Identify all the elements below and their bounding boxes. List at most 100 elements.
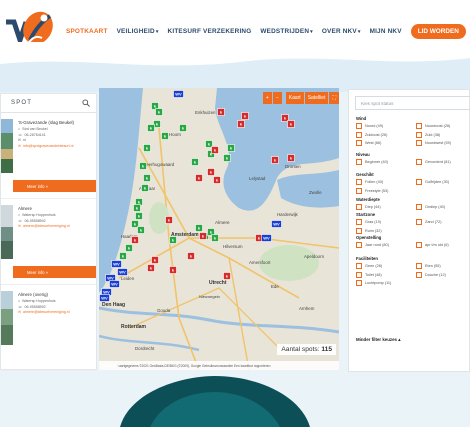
checkbox-icon[interactable]: [356, 187, 362, 194]
filter-checkbox[interactable]: Ondiep (40): [416, 204, 445, 210]
nav-item-mijn-nkv[interactable]: MIJN NKV: [370, 28, 402, 35]
filter-checkbox[interactable]: Golfrijden (30): [416, 179, 449, 185]
spot-marker[interactable]: k: [211, 146, 219, 154]
spot-marker[interactable]: k: [161, 132, 169, 140]
spot-marker[interactable]: k: [143, 144, 151, 152]
nav-item-wedstrijden[interactable]: WEDSTRIJDEN▾: [260, 28, 312, 35]
map-type-satelliet-button[interactable]: Satelliet: [304, 92, 329, 104]
spot-marker[interactable]: k: [223, 154, 231, 162]
wv-marker[interactable]: WV: [111, 260, 122, 268]
filter-checkbox[interactable]: Eten (55): [416, 263, 441, 269]
filter-checkbox[interactable]: apr t/m okt (6): [416, 242, 449, 248]
spot-card[interactable]: Almere ⌂ Watersp Hoppenhuis ☏ 06-95558592 …: [1, 199, 96, 285]
spot-marker[interactable]: k: [155, 108, 163, 116]
checkbox-icon[interactable]: [356, 159, 362, 165]
checkbox-icon[interactable]: [356, 140, 362, 146]
wv-marker[interactable]: WV: [173, 90, 184, 98]
spot-marker[interactable]: k: [135, 212, 143, 220]
zoom-out-button[interactable]: −: [272, 92, 282, 104]
spot-card-email[interactable]: ✉ almere@kitesurfvereniging.nl: [18, 224, 94, 228]
checkbox-icon[interactable]: [356, 263, 362, 269]
checkbox-icon[interactable]: [416, 204, 422, 210]
spot-marker[interactable]: k: [191, 158, 199, 166]
nav-item-kitesurf-verzekering[interactable]: KITESURF VERZEKERING: [168, 28, 252, 35]
spot-card-email[interactable]: ✉ almere@kitesurfvereniging.nl: [18, 310, 94, 314]
checkbox-icon[interactable]: [416, 242, 422, 248]
checkbox-icon[interactable]: [356, 227, 362, 234]
spot-card-email[interactable]: ✉ info@spotgravezandekitesurf.nl: [18, 144, 94, 148]
filter-checkbox[interactable]: Ruim (32): [356, 227, 382, 234]
wv-marker[interactable]: WV: [271, 220, 282, 228]
checkbox-icon[interactable]: [416, 179, 422, 185]
map-canvas[interactable]: Heerhugowaard Hoorn Enkhuizen Alkmaar Le…: [99, 88, 339, 370]
spot-marker[interactable]: k: [199, 232, 207, 240]
filter-checkbox[interactable]: Foilen (40): [356, 179, 383, 185]
meer-info-button[interactable]: Meer info »: [13, 266, 96, 278]
spot-map[interactable]: Heerhugowaard Hoorn Enkhuizen Alkmaar Le…: [99, 88, 339, 370]
spot-marker[interactable]: k: [169, 236, 177, 244]
spot-marker[interactable]: k: [223, 272, 231, 280]
wv-marker[interactable]: WV: [99, 294, 110, 302]
spot-marker[interactable]: k: [287, 154, 295, 162]
filter-checkbox[interactable]: Noordwest (59): [416, 140, 451, 146]
spot-marker[interactable]: k: [187, 252, 195, 260]
wv-marker[interactable]: WV: [109, 280, 120, 288]
spot-marker[interactable]: k: [287, 120, 295, 128]
checkbox-icon[interactable]: [356, 123, 362, 129]
checkbox-icon[interactable]: [356, 280, 362, 286]
spot-marker[interactable]: k: [179, 124, 187, 132]
spot-marker[interactable]: k: [165, 216, 173, 224]
nav-item-over-nkv[interactable]: OVER NKV▾: [322, 28, 361, 35]
checkbox-icon[interactable]: [356, 219, 362, 225]
spot-marker[interactable]: k: [271, 156, 279, 164]
spot-marker[interactable]: k: [141, 184, 149, 192]
nav-item-spotkaart[interactable]: SPOTKAART: [66, 28, 108, 35]
checkbox-icon[interactable]: [356, 131, 362, 138]
spot-marker[interactable]: k: [213, 176, 221, 184]
filter-checkbox[interactable]: Gevorderd (81): [416, 159, 451, 165]
spot-marker[interactable]: k: [195, 174, 203, 182]
filter-checkbox[interactable]: West (66): [356, 140, 381, 146]
spot-marker[interactable]: k: [131, 236, 139, 244]
spot-marker[interactable]: k: [211, 234, 219, 242]
spot-marker[interactable]: k: [195, 224, 203, 232]
checkbox-icon[interactable]: [356, 179, 362, 185]
spot-marker[interactable]: k: [125, 244, 133, 252]
spot-marker[interactable]: k: [227, 144, 235, 152]
filter-checkbox[interactable]: Douche (12): [416, 271, 446, 278]
map-type-kaart-button[interactable]: Kaart: [285, 92, 304, 104]
spot-marker[interactable]: k: [241, 112, 249, 120]
filter-checkbox[interactable]: Zuidoost (26): [356, 131, 387, 138]
filter-checkbox[interactable]: Beginner (40): [356, 159, 388, 165]
spot-marker[interactable]: k: [237, 120, 245, 128]
filter-checkbox[interactable]: Gras (19): [356, 219, 381, 225]
filter-checkbox[interactable]: Diep (44): [356, 204, 381, 210]
spot-marker[interactable]: k: [147, 124, 155, 132]
lid-worden-button[interactable]: LID WORDEN: [410, 24, 466, 39]
search-icon[interactable]: [82, 99, 90, 107]
checkbox-icon[interactable]: [416, 159, 422, 165]
spot-marker[interactable]: k: [139, 162, 147, 170]
spot-search-bar[interactable]: SPOT: [1, 94, 96, 113]
filter-checkbox[interactable]: Toilet (48): [356, 271, 382, 278]
spot-marker[interactable]: k: [151, 256, 159, 264]
checkbox-icon[interactable]: [416, 271, 422, 278]
spot-marker[interactable]: k: [217, 108, 225, 116]
filter-checkbox[interactable]: Geen (28): [356, 263, 382, 269]
wv-marker[interactable]: WV: [261, 234, 272, 242]
spot-card[interactable]: Almere (overig) ⌂ Watersp Hoppenhuis ☏ 06-…: [1, 285, 96, 371]
spot-marker[interactable]: k: [169, 266, 177, 274]
filter-checkbox[interactable]: Zand (72): [416, 219, 441, 225]
checkbox-icon[interactable]: [416, 263, 422, 269]
checkbox-icon[interactable]: [356, 271, 362, 278]
checkbox-icon[interactable]: [356, 204, 362, 210]
checkbox-icon[interactable]: [416, 123, 422, 129]
meer-info-button[interactable]: Meer info »: [13, 180, 96, 192]
checkbox-icon[interactable]: [416, 131, 422, 138]
spot-marker[interactable]: k: [137, 226, 145, 234]
filter-checkbox[interactable]: Jaar rond (80): [356, 242, 389, 248]
spot-status-select[interactable]: Kies spot status: [355, 96, 470, 110]
spot-marker[interactable]: k: [119, 252, 127, 260]
zoom-in-button[interactable]: +: [262, 92, 272, 104]
spot-marker[interactable]: k: [143, 174, 151, 182]
